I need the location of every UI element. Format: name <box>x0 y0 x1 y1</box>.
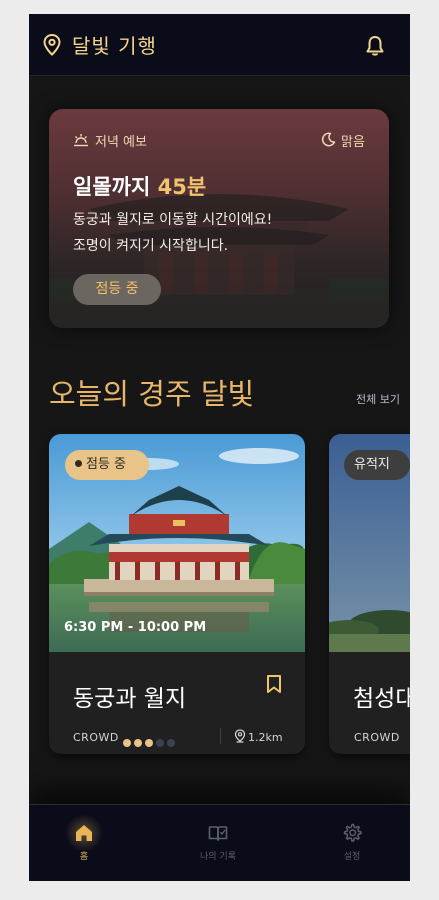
app-title: 달빛 기행 <box>72 34 157 58</box>
live-dot-icon <box>75 460 82 467</box>
place-card-donggung[interactable]: 점등 중 6:30 PM - 10:00 PM 동궁과 월지 CROWD 1.2… <box>49 434 305 754</box>
location-pin-icon <box>234 729 246 743</box>
place-name: 첨성대 <box>353 686 410 712</box>
nav-settings[interactable]: 설정 <box>302 805 402 881</box>
crowd-dot <box>123 739 131 747</box>
nav-home[interactable]: 홈 <box>34 805 134 881</box>
evening-forecast-card[interactable]: 저녁 예보 맑음 일몰까지 45분 동궁과 월지로 이동할 시간이에요! 조명이… <box>49 109 389 328</box>
distance: 1.2km <box>248 731 283 744</box>
crowd-dot <box>134 739 142 747</box>
sunset-icon <box>74 134 88 147</box>
nav-label: 설정 <box>343 852 361 862</box>
evening-description-line2: 조명이 켜지기 시작합니다. <box>73 238 229 254</box>
bookmark-icon[interactable] <box>266 674 282 694</box>
book-icon <box>208 826 228 841</box>
home-icon <box>76 825 92 841</box>
sunset-prefix: 일몰까지 <box>73 175 151 199</box>
crowd-label: CROWD <box>354 731 400 744</box>
status-badge: 점등 중 <box>65 450 149 480</box>
crowd-dot <box>156 739 164 747</box>
bottom-navigation: 홈 나의 기록 설정 <box>29 804 410 881</box>
nav-label: 나의 기록 <box>200 852 236 862</box>
crowd-dot <box>145 739 153 747</box>
divider <box>220 728 221 744</box>
crowd-level-indicator <box>123 732 178 747</box>
forecast-label: 저녁 예보 <box>95 135 147 150</box>
evening-description-line1: 동궁과 월지로 이동할 시간이에요! <box>73 212 273 228</box>
sunset-minutes: 45분 <box>157 175 207 199</box>
category-badge: 유적지 <box>344 450 410 480</box>
opening-hours: 6:30 PM - 10:00 PM <box>64 620 207 635</box>
place-card-cheomseongdae[interactable]: 유적지 첨성대 CROWD <box>329 434 410 754</box>
nav-label: 홈 <box>79 852 89 862</box>
crowd-dot <box>167 739 175 747</box>
lighting-status-button[interactable]: 점등 중 <box>73 274 161 305</box>
app-screen: 달빛 기행 저녁 예보 맑음 일몰까지 45분 동궁과 월지로 이동할 시간이에… <box>29 14 410 881</box>
badge-label: 점등 중 <box>86 457 127 472</box>
weather-status: 맑음 <box>341 135 365 150</box>
app-header: 달빛 기행 <box>29 14 410 76</box>
nav-my-records[interactable]: 나의 기록 <box>168 805 268 881</box>
see-all-link[interactable]: 전체 보기 <box>356 391 400 407</box>
bell-icon[interactable] <box>365 35 385 57</box>
map-pin-icon[interactable] <box>43 34 61 56</box>
sunset-countdown: 일몰까지 45분 <box>73 171 206 201</box>
gear-icon <box>343 823 362 842</box>
moon-icon <box>321 132 336 147</box>
place-name: 동궁과 월지 <box>73 686 187 712</box>
crowd-label: CROWD <box>73 731 119 744</box>
section-title: 오늘의 경주 달빛 <box>49 377 255 411</box>
